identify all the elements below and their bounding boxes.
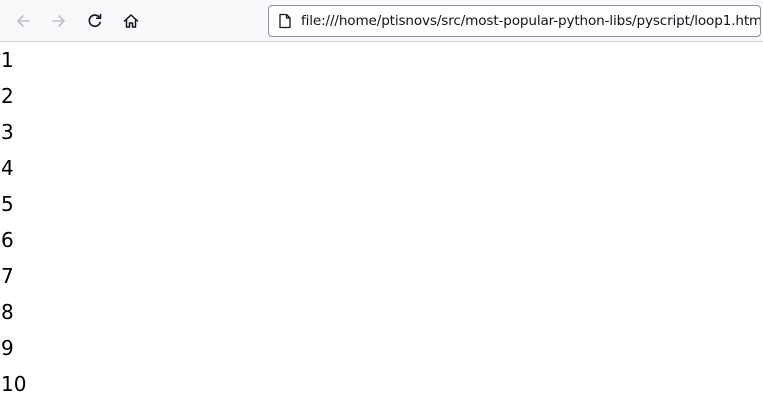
output-line: 10 — [1, 372, 27, 396]
output-line: 7 — [1, 264, 14, 288]
output-line: 1 — [1, 48, 14, 72]
forward-button[interactable] — [44, 6, 74, 36]
output-line: 2 — [1, 84, 14, 108]
browser-toolbar: file:///home/ptisnovs/src/most-popular-p… — [0, 0, 763, 42]
output-line: 4 — [1, 156, 14, 180]
output-line: 3 — [1, 120, 14, 144]
reload-button[interactable] — [80, 6, 110, 36]
arrow-right-icon — [50, 12, 68, 30]
url-text[interactable]: file:///home/ptisnovs/src/most-popular-p… — [301, 13, 760, 29]
output-line: 8 — [1, 300, 14, 324]
output-line: 9 — [1, 336, 14, 360]
output-line: 6 — [1, 228, 14, 252]
home-icon — [122, 12, 140, 30]
home-button[interactable] — [116, 6, 146, 36]
back-button[interactable] — [8, 6, 38, 36]
reload-icon — [86, 12, 104, 30]
output-line: 5 — [1, 192, 14, 216]
page-icon — [277, 13, 293, 29]
page-content: 1 2 3 4 5 6 7 8 9 10 — [0, 42, 763, 404]
address-bar[interactable]: file:///home/ptisnovs/src/most-popular-p… — [268, 5, 761, 37]
arrow-left-icon — [14, 12, 32, 30]
